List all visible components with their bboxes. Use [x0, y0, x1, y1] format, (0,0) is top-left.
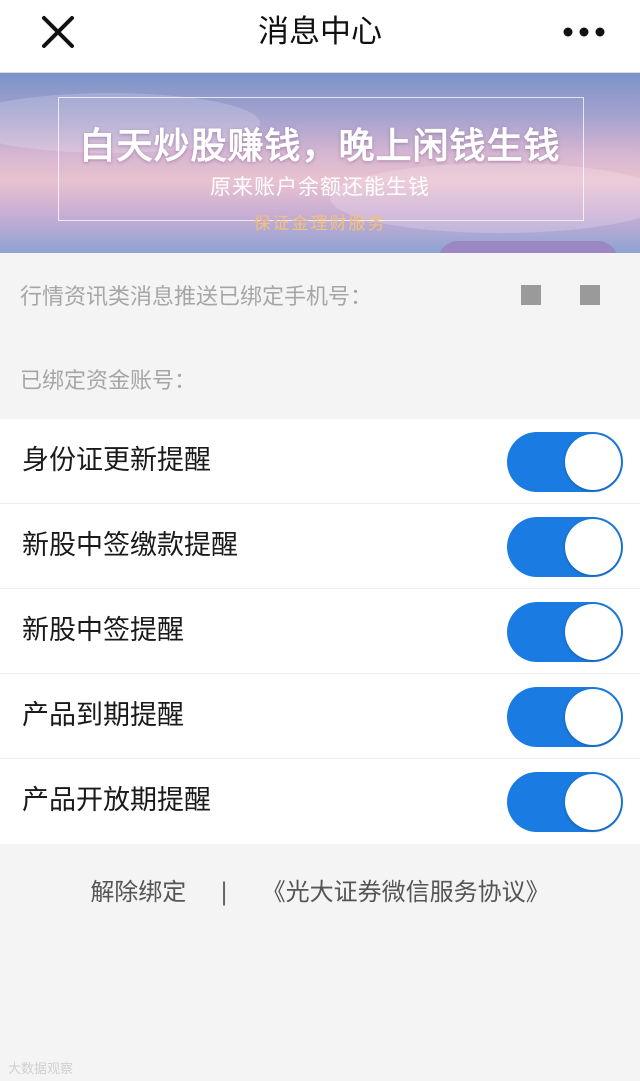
setting-label: 新股中签提醒 [22, 615, 184, 646]
toggle-knob [565, 519, 621, 575]
ipo-payment-toggle[interactable] [507, 517, 623, 577]
page-title: 消息中心 [258, 14, 382, 50]
banner-headline: 白天炒股赚钱，晚上闲钱生钱 [79, 126, 561, 167]
banner-decoration [438, 241, 618, 253]
footer-links: 解除绑定 | 《光大证券微信服务协议》 [0, 872, 640, 912]
promo-banner[interactable]: 白天炒股赚钱，晚上闲钱生钱 原来账户余额还能生钱 保证金理财服务 [0, 73, 640, 253]
product-expiry-toggle[interactable] [507, 687, 623, 747]
toggle-knob [565, 774, 621, 830]
top-nav-bar: 消息中心 [0, 0, 640, 73]
setting-row-product-expiry: 产品到期提醒 [0, 674, 640, 759]
banner-subtitle: 原来账户余额还能生钱 [210, 175, 430, 199]
watermark: 大数据观察 [8, 1062, 74, 1077]
id-update-toggle[interactable] [507, 432, 623, 492]
setting-label: 产品到期提醒 [22, 700, 184, 731]
agreement-link[interactable]: 《光大证券微信服务协议》 [262, 872, 550, 912]
setting-row-id-update: 身份证更新提醒 [0, 419, 640, 504]
footer-separator: | [219, 878, 229, 906]
bound-phone-label: 行情资讯类消息推送已绑定手机号： [20, 285, 373, 310]
setting-label: 身份证更新提醒 [22, 445, 211, 476]
ipo-win-toggle[interactable] [507, 602, 623, 662]
unbind-link[interactable]: 解除绑定 [90, 872, 186, 912]
reminder-settings-list: 身份证更新提醒 新股中签缴款提醒 新股中签提醒 产品到期提醒 产品开放期提醒 [0, 419, 640, 844]
toggle-knob [565, 604, 621, 660]
setting-label: 产品开放期提醒 [22, 785, 211, 816]
masked-value-block [521, 285, 541, 305]
product-open-toggle[interactable] [507, 772, 623, 832]
masked-value-block [580, 285, 600, 305]
setting-label: 新股中签缴款提醒 [22, 530, 238, 561]
toggle-knob [565, 434, 621, 490]
bound-account-label: 已绑定资金账号： [20, 369, 197, 394]
setting-row-ipo-payment: 新股中签缴款提醒 [0, 504, 640, 589]
setting-row-product-open: 产品开放期提醒 [0, 759, 640, 844]
more-icon[interactable] [560, 12, 608, 52]
toggle-knob [565, 689, 621, 745]
banner-service-label: 保证金理财服务 [253, 214, 387, 234]
setting-row-ipo-win: 新股中签提醒 [0, 589, 640, 674]
